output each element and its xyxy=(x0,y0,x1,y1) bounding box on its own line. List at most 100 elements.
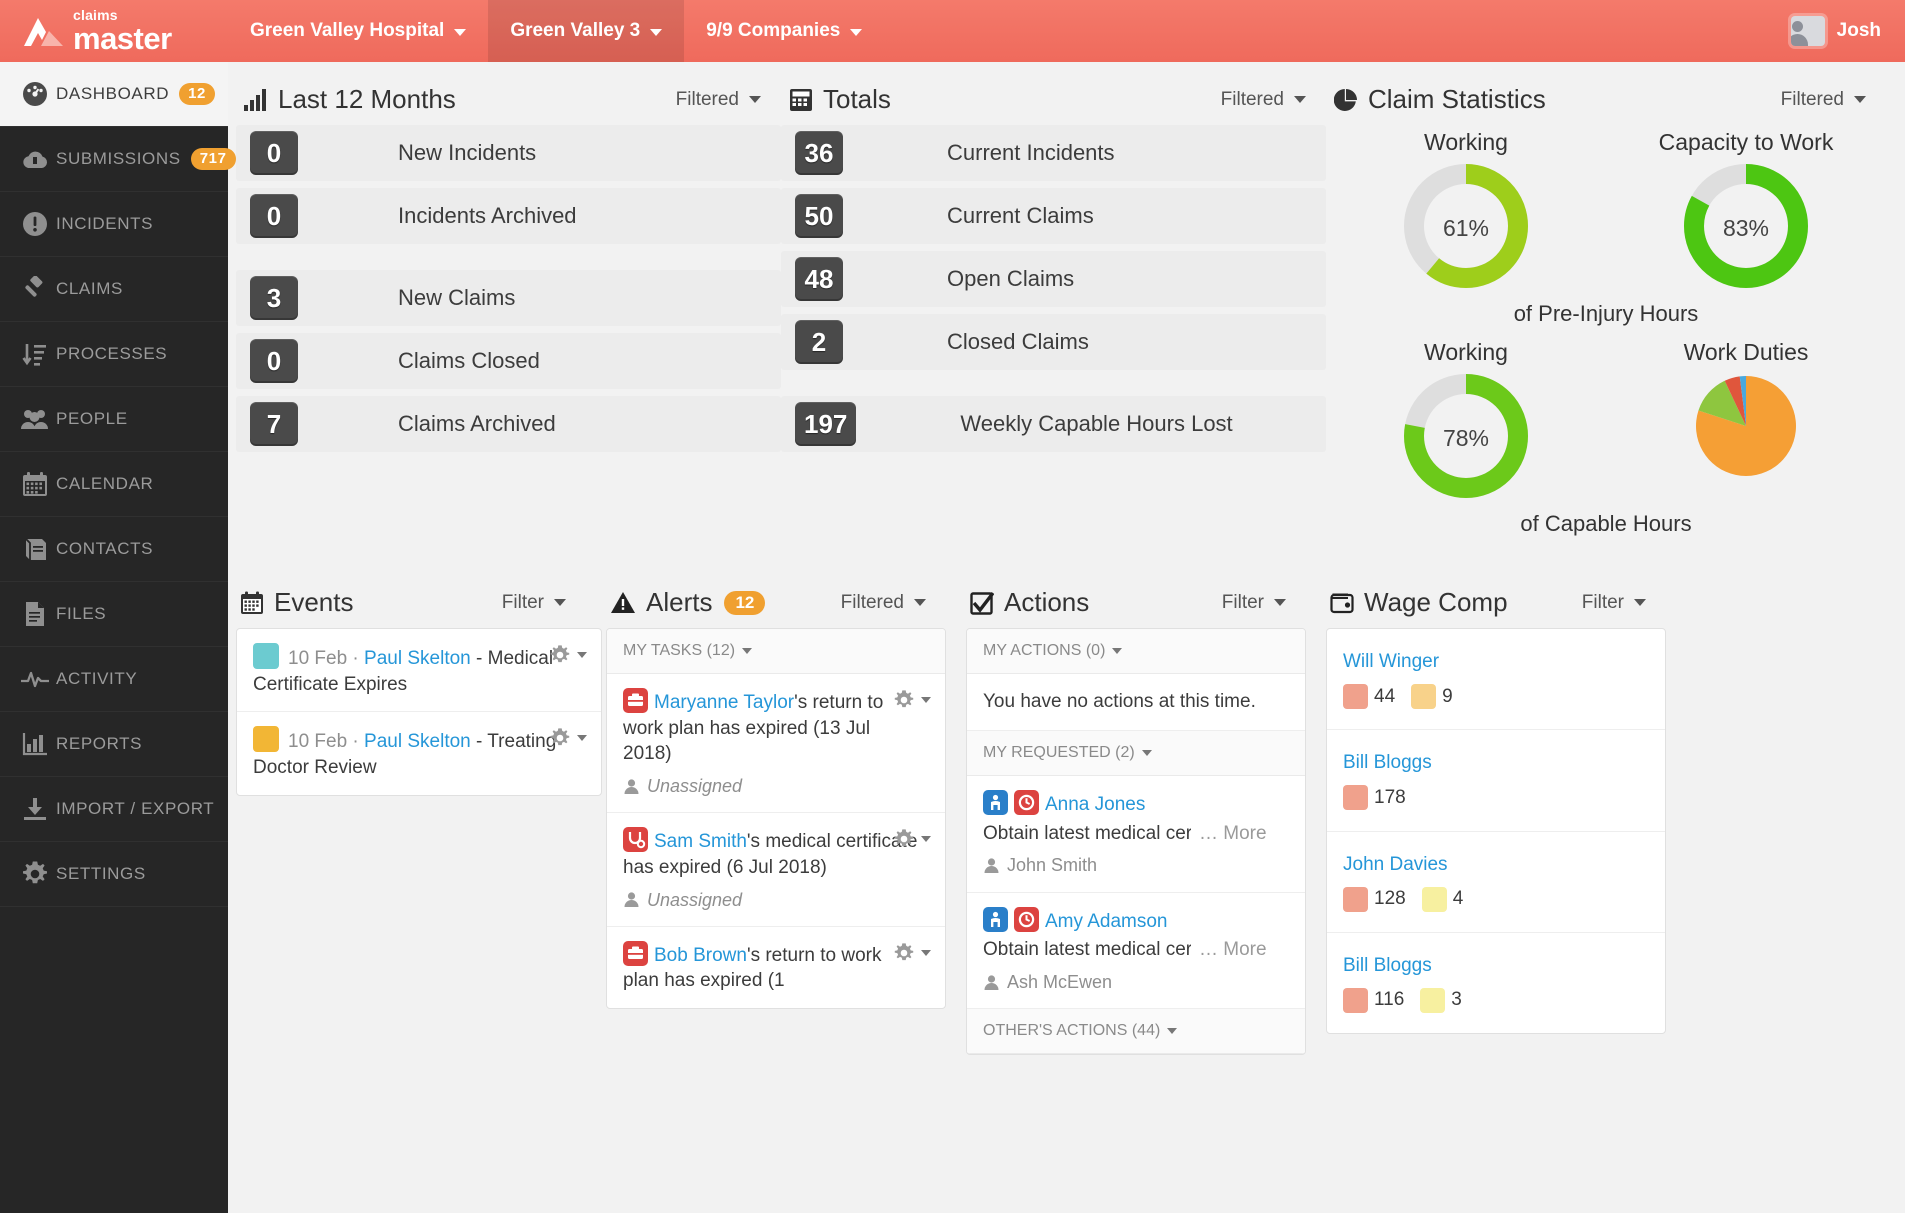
stat-row[interactable]: 197 Weekly Capable Hours Lost xyxy=(781,396,1326,452)
panel-actions: Actions Filter MY ACTIONS (0) You have no… xyxy=(966,565,1306,1056)
action-head: Amy Adamson xyxy=(983,906,1289,935)
sidebar-item-incidents[interactable]: INCIDENTS xyxy=(0,192,228,257)
chevron-down-icon xyxy=(577,735,587,742)
nav-tab-0[interactable]: Green Valley Hospital xyxy=(228,0,488,62)
wage-value: 128 xyxy=(1374,888,1406,910)
briefcase-icon xyxy=(623,688,648,713)
action-assignee: John Smith xyxy=(983,853,1289,877)
panel-title: Totals xyxy=(823,84,891,114)
row-settings-menu[interactable] xyxy=(894,829,931,849)
action-item[interactable]: Anna Jones Obtain latest medical cert … Mo… xyxy=(967,776,1305,893)
stat-row[interactable]: 48 Open Claims xyxy=(781,251,1326,307)
sidebar-item-label: CALENDAR xyxy=(56,474,154,493)
wage-comp-item[interactable]: Bill Bloggs 116 3 xyxy=(1327,933,1665,1033)
stat-value: 48 xyxy=(795,257,843,301)
stat-row[interactable]: 2 Closed Claims xyxy=(781,314,1326,370)
stat-label: Current Claims xyxy=(947,203,1094,228)
my-requested-header[interactable]: MY REQUESTED (2) xyxy=(967,731,1305,776)
stat-value: 50 xyxy=(795,194,843,238)
panel-last-12-months: Last 12 Months Filtered 0 New Incidents 0 I… xyxy=(236,62,781,537)
stat-row[interactable]: 36 Current Incidents xyxy=(781,125,1326,181)
wage-comp-item[interactable]: John Davies 128 4 xyxy=(1327,832,1665,933)
sidebar-item-files[interactable]: FILES xyxy=(0,582,228,647)
stat-row[interactable]: 50 Current Claims xyxy=(781,188,1326,244)
nav-tab-1[interactable]: Green Valley 3 xyxy=(488,0,685,62)
stat-row[interactable]: 0 Incidents Archived xyxy=(236,188,781,244)
filter-dropdown-alerts[interactable]: Filtered xyxy=(841,592,938,614)
alert-item[interactable]: Bob Brown's return to work plan has expi… xyxy=(607,927,945,1008)
stat-value: 3 xyxy=(250,276,298,320)
wage-person-link[interactable]: Will Winger xyxy=(1343,649,1649,675)
event-item[interactable]: 10 Feb · Paul Skelton - Medical Certific… xyxy=(237,629,601,713)
row-settings-menu[interactable] xyxy=(894,690,931,710)
sidebar-item-label: FILES xyxy=(56,604,107,623)
action-item[interactable]: Amy Adamson Obtain latest medical cert … M… xyxy=(967,893,1305,1010)
event-person-link[interactable]: Paul Skelton xyxy=(364,731,471,752)
sidebar-item-dashboard[interactable]: DASHBOARD 12 xyxy=(0,62,228,127)
sidebar-item-calendar[interactable]: CALENDAR xyxy=(0,452,228,517)
row-settings-menu[interactable] xyxy=(894,943,931,963)
warning-triangle-icon xyxy=(610,591,636,614)
wage-value: 178 xyxy=(1374,786,1406,808)
pie-chart xyxy=(1692,372,1800,485)
alert-person-link[interactable]: Bob Brown xyxy=(654,945,747,966)
sidebar-item-activity[interactable]: ACTIVITY xyxy=(0,647,228,712)
sidebar-item-reports[interactable]: REPORTS xyxy=(0,712,228,777)
alert-person-link[interactable]: Sam Smith xyxy=(654,831,747,852)
filter-label: Filtered xyxy=(1220,88,1284,110)
action-more-link[interactable]: … More xyxy=(1199,821,1267,847)
sidebar-item-processes[interactable]: PROCESSES xyxy=(0,322,228,387)
action-text-row: Obtain latest medical cert … More xyxy=(983,937,1289,963)
gear-icon xyxy=(894,690,914,708)
filter-dropdown-totals[interactable]: Filtered xyxy=(1221,89,1318,111)
filter-dropdown-events[interactable]: Filter xyxy=(502,592,578,614)
action-person-link[interactable]: Amy Adamson xyxy=(1045,911,1168,932)
chevron-down-icon xyxy=(921,836,931,843)
wage-person-link[interactable]: Bill Bloggs xyxy=(1343,953,1649,979)
wage-comp-item[interactable]: Will Winger 44 9 xyxy=(1327,629,1665,731)
chart-cell-3: Work Duties xyxy=(1606,339,1886,505)
event-person-link[interactable]: Paul Skelton xyxy=(364,648,471,669)
my-actions-header[interactable]: MY ACTIONS (0) xyxy=(967,629,1305,674)
stat-label: Closed Claims xyxy=(947,329,1089,354)
action-person-link[interactable]: Anna Jones xyxy=(1045,794,1145,815)
alert-person-link[interactable]: Maryanne Taylor xyxy=(654,692,794,713)
sidebar-item-people[interactable]: PEOPLE xyxy=(0,387,228,452)
action-text: Obtain latest medical cert xyxy=(983,822,1191,844)
wage-person-link[interactable]: John Davies xyxy=(1343,852,1649,878)
user-menu[interactable]: Josh xyxy=(1790,0,1905,62)
others-actions-header[interactable]: OTHER'S ACTIONS (44) xyxy=(967,1009,1305,1055)
bar-chart-icon xyxy=(14,732,56,756)
alerts-section-header[interactable]: MY TASKS (12) xyxy=(607,629,945,674)
row-settings-menu[interactable] xyxy=(550,645,587,665)
alert-item[interactable]: Sam Smith's medical certificate has expi… xyxy=(607,813,945,927)
filter-dropdown-last12[interactable]: Filtered xyxy=(676,89,773,111)
nav-tab-2[interactable]: 9/9 Companies xyxy=(684,0,884,62)
wage-person-link[interactable]: Bill Bloggs xyxy=(1343,750,1649,776)
sidebar-item-submissions[interactable]: SUBMISSIONS 717 xyxy=(0,127,236,192)
wage-comp-card: Will Winger 44 9 Bill Bloggs 178 John Davies 1… xyxy=(1326,628,1666,1035)
pulse-icon xyxy=(14,669,56,689)
brand-logo[interactable]: claims master xyxy=(0,0,228,62)
alert-body: Maryanne Taylor's return to work plan ha… xyxy=(623,688,929,798)
stat-row[interactable]: 7 Claims Archived xyxy=(236,396,781,452)
stat-label: Weekly Capable Hours Lost xyxy=(960,411,1233,436)
action-more-link[interactable]: … More xyxy=(1199,937,1267,963)
sidebar-item-claims[interactable]: CLAIMS xyxy=(0,257,228,322)
filter-dropdown-stats[interactable]: Filtered xyxy=(1781,89,1878,111)
stat-row[interactable]: 0 New Incidents xyxy=(236,125,781,181)
checkbox-icon xyxy=(970,591,994,615)
sidebar-item-settings[interactable]: SETTINGS xyxy=(0,842,228,907)
panel-title: Alerts xyxy=(646,587,713,617)
alert-item[interactable]: Maryanne Taylor's return to work plan ha… xyxy=(607,674,945,814)
filter-dropdown-wagecomp[interactable]: Filter xyxy=(1582,592,1658,614)
sidebar-item-contacts[interactable]: CONTACTS xyxy=(0,517,228,582)
filter-dropdown-actions[interactable]: Filter xyxy=(1222,592,1298,614)
row-settings-menu[interactable] xyxy=(550,728,587,748)
event-item[interactable]: 10 Feb · Paul Skelton - Treating Doctor … xyxy=(237,712,601,794)
stat-row[interactable]: 0 Claims Closed xyxy=(236,333,781,389)
sidebar-item-import-export[interactable]: IMPORT / EXPORT xyxy=(0,777,228,842)
sidebar-item-label: IMPORT / EXPORT xyxy=(56,799,215,818)
wage-comp-item[interactable]: Bill Bloggs 178 xyxy=(1327,730,1665,832)
stat-row[interactable]: 3 New Claims xyxy=(236,270,781,326)
